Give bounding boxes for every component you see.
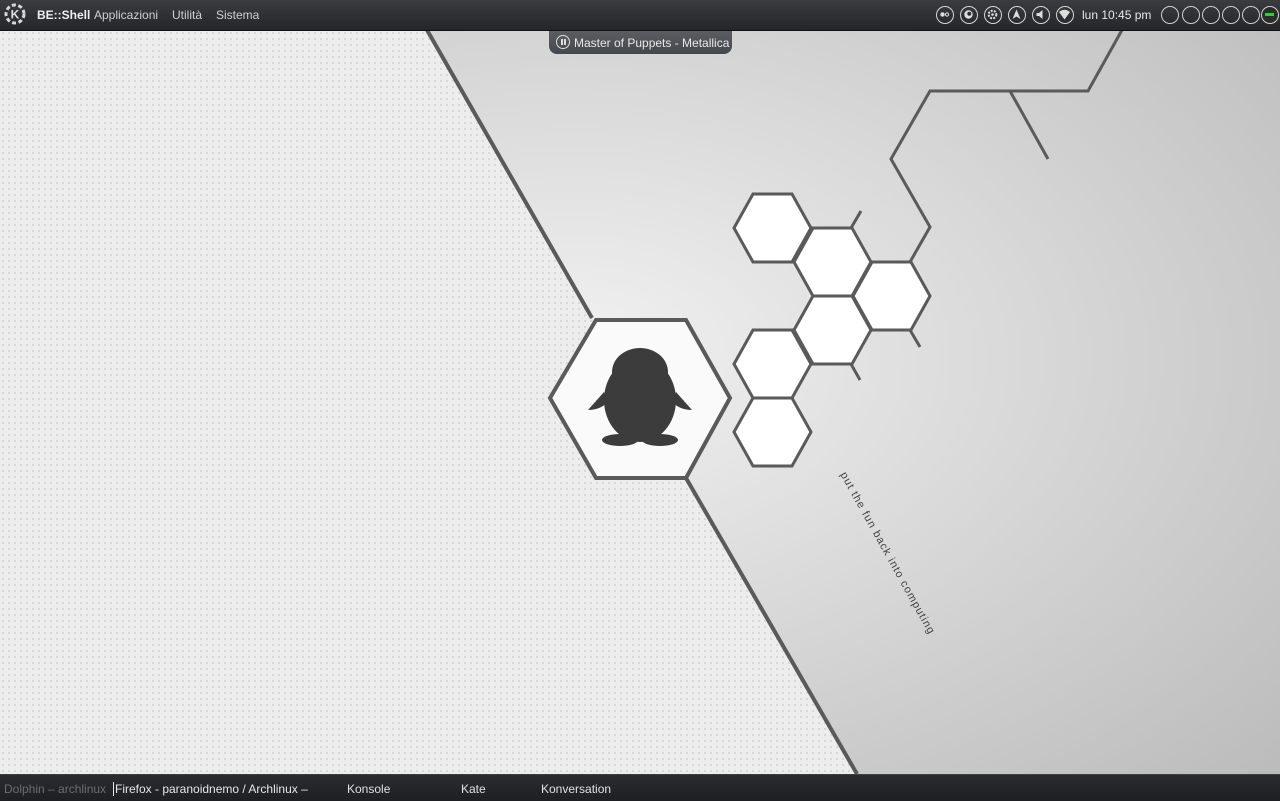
taskbar: Dolphin – archlinux Firefox - paranoidne… — [0, 774, 1280, 801]
task-kate[interactable]: Kate — [461, 782, 486, 796]
task-konversation[interactable]: Konversation — [541, 782, 611, 796]
media-icon[interactable] — [936, 6, 954, 24]
desktop-1[interactable] — [1161, 6, 1179, 24]
update-icon[interactable] — [1008, 6, 1026, 24]
settings-icon[interactable] — [984, 6, 1002, 24]
svg-text:K: K — [11, 8, 20, 22]
task-firefox[interactable]: Firefox - paranoidnemo / Archlinux – — [113, 782, 308, 796]
menu-system[interactable]: Sistema — [216, 8, 259, 22]
volume-icon[interactable] — [1032, 6, 1050, 24]
menu-applications[interactable]: Applicazioni — [94, 8, 158, 22]
desktop-3[interactable] — [1202, 6, 1220, 24]
task-konsole[interactable]: Konsole — [347, 782, 390, 796]
pause-icon[interactable] — [556, 35, 570, 49]
task-dolphin[interactable]: Dolphin – archlinux — [4, 782, 106, 796]
kde-logo-icon[interactable]: K — [4, 3, 26, 25]
desktop-4[interactable] — [1222, 6, 1240, 24]
now-playing-widget: Master of Puppets - Metallica — [549, 31, 732, 54]
shell-title: BE::Shell — [37, 8, 91, 22]
desktop-5[interactable] — [1242, 6, 1260, 24]
desktop-6-active[interactable] — [1261, 6, 1279, 24]
desktop-2[interactable] — [1182, 6, 1200, 24]
wifi-icon[interactable] — [1056, 6, 1074, 24]
desktop-wallpaper — [0, 0, 1280, 800]
firefox-icon[interactable] — [960, 6, 978, 24]
top-panel: K BE::Shell Applicazioni Utilità Sistema… — [0, 0, 1280, 31]
menu-utilities[interactable]: Utilità — [172, 8, 202, 22]
now-playing-title: Master of Puppets - Metallica — [574, 36, 730, 50]
clock[interactable]: lun 10:45 pm — [1082, 8, 1151, 22]
